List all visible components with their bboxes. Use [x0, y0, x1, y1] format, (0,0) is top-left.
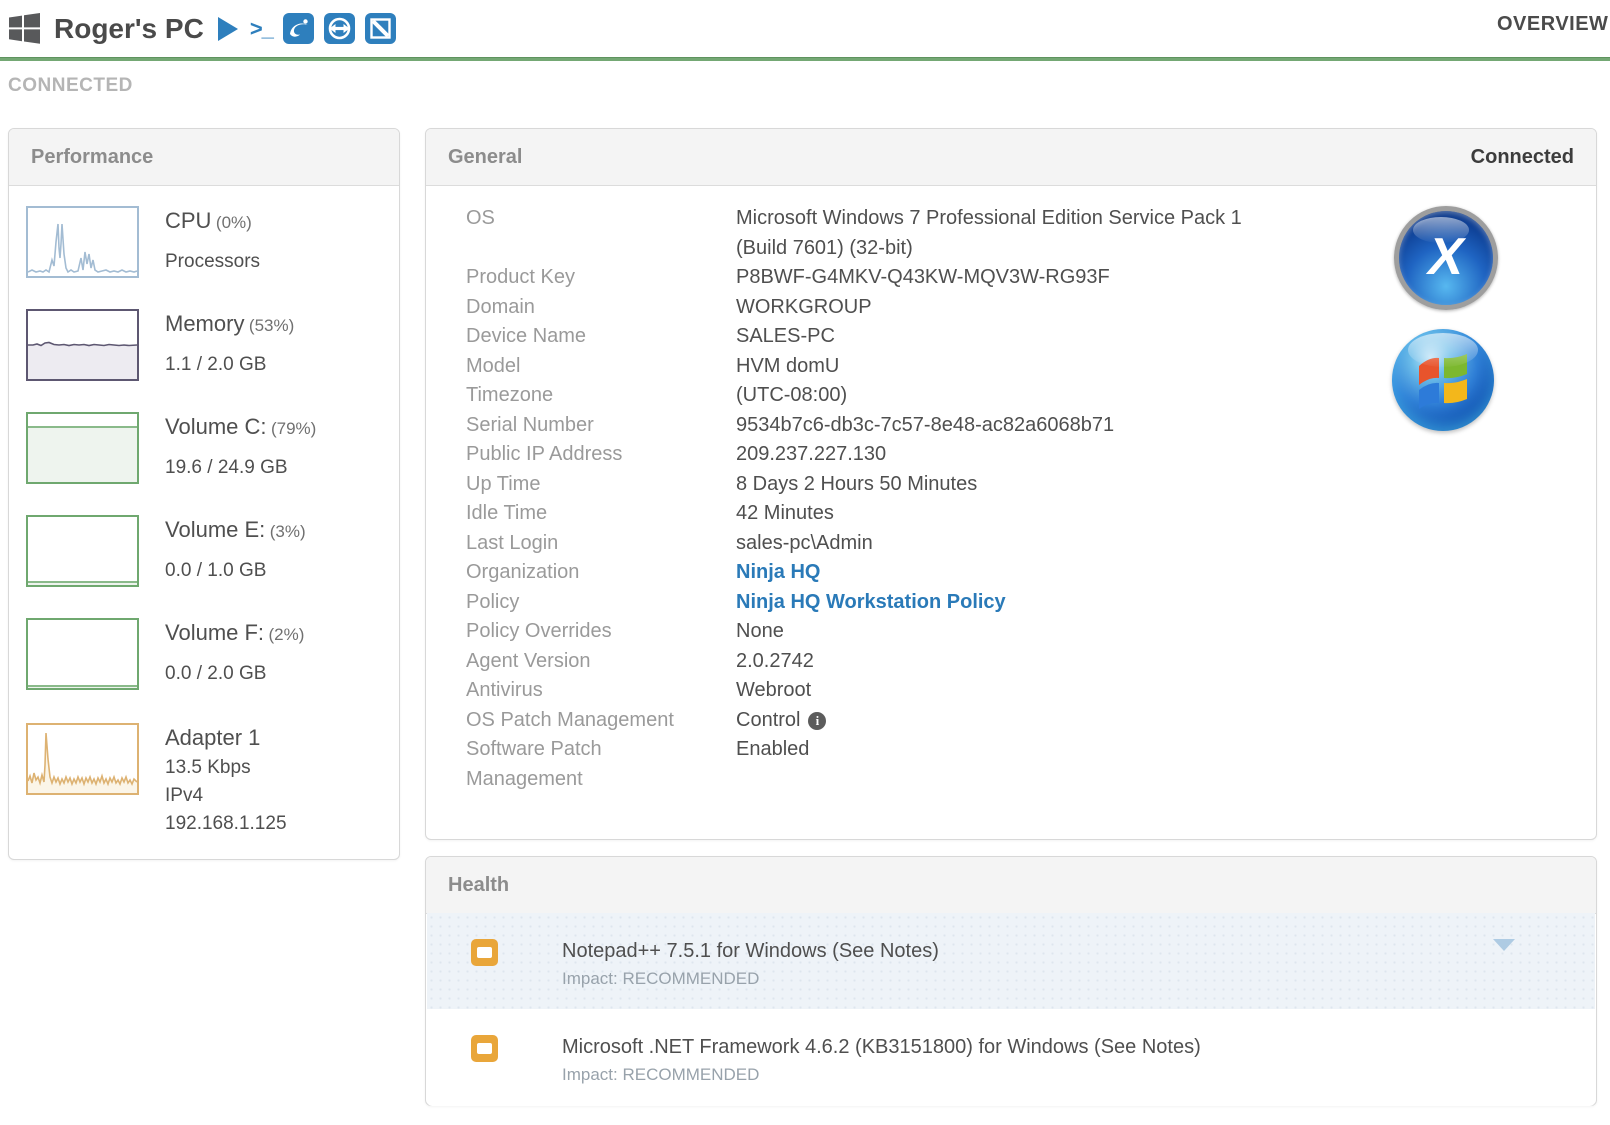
general-connection-status: Connected [1471, 146, 1574, 169]
volume-c-usage: 19.6 / 24.9 GB [165, 457, 316, 479]
general-row-idle-time: Idle Time 42 Minutes [426, 499, 1596, 529]
volume-e-fill-chart[interactable] [26, 515, 139, 587]
general-row-antivirus: Antivirus Webroot [426, 676, 1596, 706]
memory-percent: (53%) [249, 316, 294, 335]
info-icon[interactable]: i [808, 712, 826, 730]
volume-f-metric-row[interactable]: Volume F: (2%) 0.0 / 2.0 GB [26, 618, 304, 690]
cpu-sub-label: Processors [165, 251, 260, 273]
cpu-metric-row[interactable]: CPU (0%) Processors [26, 206, 260, 278]
tab-overview[interactable]: OVERVIEW [1497, 13, 1608, 36]
organization-link[interactable]: Ninja HQ [736, 561, 820, 583]
volume-c-percent: (79%) [271, 419, 316, 438]
windows-logo-icon [8, 12, 41, 45]
teamviewer-icon[interactable] [324, 13, 355, 44]
cpu-sparkline-chart[interactable] [26, 206, 139, 278]
general-panel: General Connected OS Microsoft Windows 7… [425, 128, 1597, 840]
health-item-dotnet[interactable]: Microsoft .NET Framework 4.6.2 (KB315180… [427, 1009, 1595, 1106]
health-item-impact: Impact: RECOMMENDED [562, 969, 1595, 989]
general-row-os-patch-management: OS Patch Management Controli [426, 706, 1596, 736]
remote-tool-icon[interactable] [365, 13, 396, 44]
volume-c-label: Volume C: [165, 414, 267, 439]
memory-label: Memory [165, 311, 244, 336]
volume-e-usage: 0.0 / 1.0 GB [165, 560, 306, 582]
xen-hypervisor-icon: X [1394, 206, 1498, 310]
general-row-public-ip: Public IP Address 209.237.227.130 [426, 440, 1596, 470]
health-panel: Health Notepad++ 7.5.1 for Windows (See … [425, 856, 1597, 1106]
cpu-percent: (0%) [216, 213, 252, 232]
volume-f-fill-chart[interactable] [26, 618, 139, 690]
general-row-agent-version: Agent Version 2.0.2742 [426, 647, 1596, 677]
health-title: Health [448, 874, 509, 897]
adapter-protocol: IPv4 [165, 785, 287, 807]
volume-c-metric-row[interactable]: Volume C: (79%) 19.6 / 24.9 GB [26, 412, 316, 484]
policy-link[interactable]: Ninja HQ Workstation Policy [736, 591, 1006, 613]
health-item-impact: Impact: RECOMMENDED [562, 1065, 1595, 1085]
adapter-metric-row[interactable]: Adapter 1 13.5 Kbps IPv4 192.168.1.125 [26, 723, 287, 835]
connection-status: CONNECTED [8, 75, 133, 97]
health-panel-header: Health [426, 857, 1596, 914]
volume-e-label: Volume E: [165, 517, 265, 542]
general-row-software-patch-management: Software Patch Management Enabled [426, 735, 1596, 765]
health-item-notepad[interactable]: Notepad++ 7.5.1 for Windows (See Notes) … [427, 913, 1595, 1009]
volume-f-percent: (2%) [269, 625, 305, 644]
general-panel-header: General Connected [426, 129, 1596, 186]
adapter-label: Adapter 1 [165, 725, 287, 751]
cpu-label: CPU [165, 208, 211, 233]
performance-title: Performance [31, 146, 153, 169]
terminal-icon[interactable]: >_ [250, 18, 273, 40]
splashtop-remote-icon[interactable] [283, 13, 314, 44]
general-row-policy-overrides: Policy Overrides None [426, 617, 1596, 647]
volume-e-percent: (3%) [270, 522, 306, 541]
general-row-organization: Organization Ninja HQ [426, 558, 1596, 588]
windows7-os-icon [1392, 329, 1494, 431]
general-row-policy: Policy Ninja HQ Workstation Policy [426, 588, 1596, 618]
general-row-last-login: Last Login sales-pc\Admin [426, 529, 1596, 559]
general-row-up-time: Up Time 8 Days 2 Hours 50 Minutes [426, 470, 1596, 500]
adapter-sparkline-chart[interactable] [26, 723, 139, 795]
general-title: General [448, 146, 522, 169]
performance-panel-header: Performance [9, 129, 399, 186]
adapter-ip: 192.168.1.125 [165, 813, 287, 835]
volume-f-label: Volume F: [165, 620, 264, 645]
device-name-title: Roger's PC [54, 13, 204, 45]
volume-c-fill-chart[interactable] [26, 412, 139, 484]
device-header: Roger's PC >_ [0, 0, 1610, 57]
header-divider [0, 57, 1610, 61]
volume-e-metric-row[interactable]: Volume E: (3%) 0.0 / 1.0 GB [26, 515, 306, 587]
health-item-title: Notepad++ 7.5.1 for Windows (See Notes) [562, 939, 1595, 963]
volume-f-usage: 0.0 / 2.0 GB [165, 663, 304, 685]
memory-metric-row[interactable]: Memory (53%) 1.1 / 2.0 GB [26, 309, 294, 381]
memory-usage: 1.1 / 2.0 GB [165, 354, 294, 376]
run-script-icon[interactable] [218, 17, 238, 41]
patch-icon [471, 939, 498, 966]
health-item-title: Microsoft .NET Framework 4.6.2 (KB315180… [562, 1035, 1595, 1059]
adapter-speed: 13.5 Kbps [165, 757, 287, 779]
patch-icon [471, 1035, 498, 1062]
performance-panel: Performance CPU (0%) Processors Memory (… [8, 128, 400, 860]
memory-area-chart[interactable] [26, 309, 139, 381]
chevron-down-icon[interactable] [1493, 939, 1515, 951]
